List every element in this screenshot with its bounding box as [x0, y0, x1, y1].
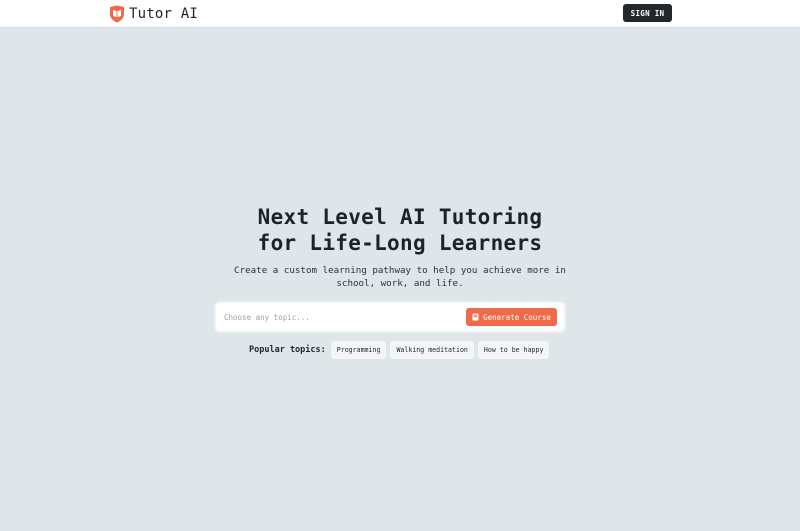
topic-search-input[interactable]: [224, 309, 464, 325]
topic-chip-how-to-be-happy[interactable]: How to be happy: [477, 340, 550, 359]
hero-section: Next Level AI Tutoring for Life-Long Lea…: [0, 204, 800, 290]
brand-logo-link[interactable]: Tutor AI: [109, 4, 198, 24]
popular-topics-label: Popular topics:: [249, 344, 326, 355]
hero-subtitle: Create a custom learning pathway to help…: [234, 265, 566, 289]
brand-name: Tutor AI: [129, 6, 199, 22]
hero-title-line-2: for Life-Long Learners: [257, 231, 543, 255]
book-icon: [472, 313, 479, 321]
generate-course-button[interactable]: Generate Course: [466, 308, 557, 326]
popular-topics: Popular topics: Programming Walking medi…: [249, 340, 550, 359]
generate-course-label: Generate Course: [483, 312, 551, 322]
topic-chip-programming[interactable]: Programming: [330, 340, 387, 359]
hero-title: Next Level AI Tutoring for Life-Long Lea…: [0, 204, 800, 256]
shield-book-icon: [110, 5, 124, 23]
top-navbar: Tutor AI SIGN IN: [0, 0, 800, 28]
sign-in-button[interactable]: SIGN IN: [623, 4, 672, 22]
hero-title-line-1: Next Level AI Tutoring: [257, 205, 543, 229]
topic-search-card: Generate Course: [216, 303, 564, 331]
topic-chip-walking-meditation[interactable]: Walking meditation: [390, 340, 474, 359]
